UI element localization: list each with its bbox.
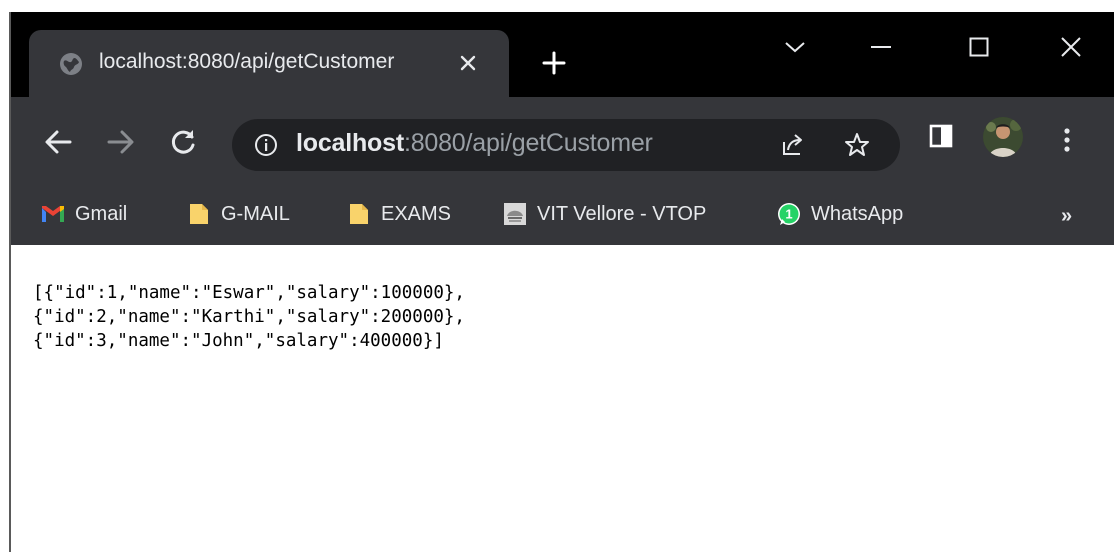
- json-line: {"id":2,"name":"Karthi","salary":200000}…: [33, 307, 465, 327]
- tab-title: localhost:8080/api/getCustomer: [99, 50, 395, 73]
- address-bar[interactable]: localhost:8080/api/getCustomer: [232, 119, 900, 171]
- url-path: :8080/api/getCustomer: [403, 129, 653, 157]
- whatsapp-icon: 1: [777, 202, 801, 226]
- info-icon[interactable]: [254, 133, 278, 157]
- bookmark-gmail[interactable]: Gmail: [41, 198, 127, 230]
- maximize-button[interactable]: [959, 30, 999, 64]
- gmail-icon: [41, 202, 65, 226]
- forward-button[interactable]: [106, 127, 136, 157]
- close-icon: [1061, 37, 1081, 57]
- tab-strip: localhost:8080/api/getCustomer: [11, 12, 1114, 97]
- folder-icon: [187, 202, 211, 226]
- bookmark-label: Gmail: [75, 202, 128, 225]
- bookmark-label: WhatsApp: [811, 202, 904, 225]
- tab-active[interactable]: localhost:8080/api/getCustomer: [29, 30, 509, 97]
- bookmark-g-mail[interactable]: G-MAIL: [187, 198, 290, 230]
- forward-arrow-icon: [107, 130, 134, 154]
- json-response: [{"id":1,"name":"Eswar","salary":100000}…: [33, 281, 465, 353]
- bookmark-label: VIT Vellore - VTOP: [537, 202, 707, 225]
- profile-photo-icon: [983, 117, 1023, 157]
- url-host: localhost: [296, 129, 404, 157]
- bookmark-vit-vtop[interactable]: VIT Vellore - VTOP: [503, 198, 706, 230]
- globe-icon: [60, 53, 82, 75]
- star-icon[interactable]: [844, 132, 870, 158]
- more-menu-icon[interactable]: [1061, 126, 1073, 154]
- folder-icon: [347, 202, 371, 226]
- tab-search-button[interactable]: [775, 30, 815, 64]
- reload-icon: [171, 130, 195, 154]
- bookmark-label: G-MAIL: [221, 202, 290, 225]
- bookmark-label: EXAMS: [381, 202, 452, 225]
- page-content: [{"id":1,"name":"Eswar","salary":100000}…: [11, 245, 1114, 552]
- reload-button[interactable]: [168, 127, 198, 157]
- bookmarks-overflow-button[interactable]: »: [1061, 205, 1072, 228]
- close-icon[interactable]: [457, 52, 479, 74]
- share-icon[interactable]: [780, 132, 806, 158]
- avatar[interactable]: [983, 117, 1023, 157]
- json-line: {"id":3,"name":"John","salary":400000}]: [33, 331, 444, 351]
- back-button[interactable]: [43, 127, 73, 157]
- json-line: [{"id":1,"name":"Eswar","salary":100000}…: [33, 283, 465, 303]
- plus-icon[interactable]: [541, 50, 567, 76]
- close-window-button[interactable]: [1051, 30, 1091, 64]
- side-panel-icon[interactable]: [929, 124, 953, 148]
- minimize-icon: [871, 46, 891, 48]
- whatsapp-badge: 1: [785, 207, 792, 222]
- browser-window: localhost:8080/api/getCustomer localhost…: [9, 12, 1114, 552]
- vit-logo-icon: [503, 202, 527, 226]
- bookmark-whatsapp[interactable]: 1 WhatsApp: [777, 198, 903, 230]
- chevron-down-icon: [785, 42, 805, 53]
- toolbar: localhost:8080/api/getCustomer: [11, 97, 1114, 185]
- maximize-icon: [969, 37, 989, 57]
- url-text[interactable]: localhost:8080/api/getCustomer: [296, 129, 653, 158]
- back-arrow-icon: [45, 130, 72, 154]
- bookmark-exams[interactable]: EXAMS: [347, 198, 451, 230]
- minimize-button[interactable]: [861, 30, 901, 64]
- bookmarks-bar: Gmail G-MAIL EXAMS VIT Vellore - VTOP 1 …: [11, 185, 1114, 245]
